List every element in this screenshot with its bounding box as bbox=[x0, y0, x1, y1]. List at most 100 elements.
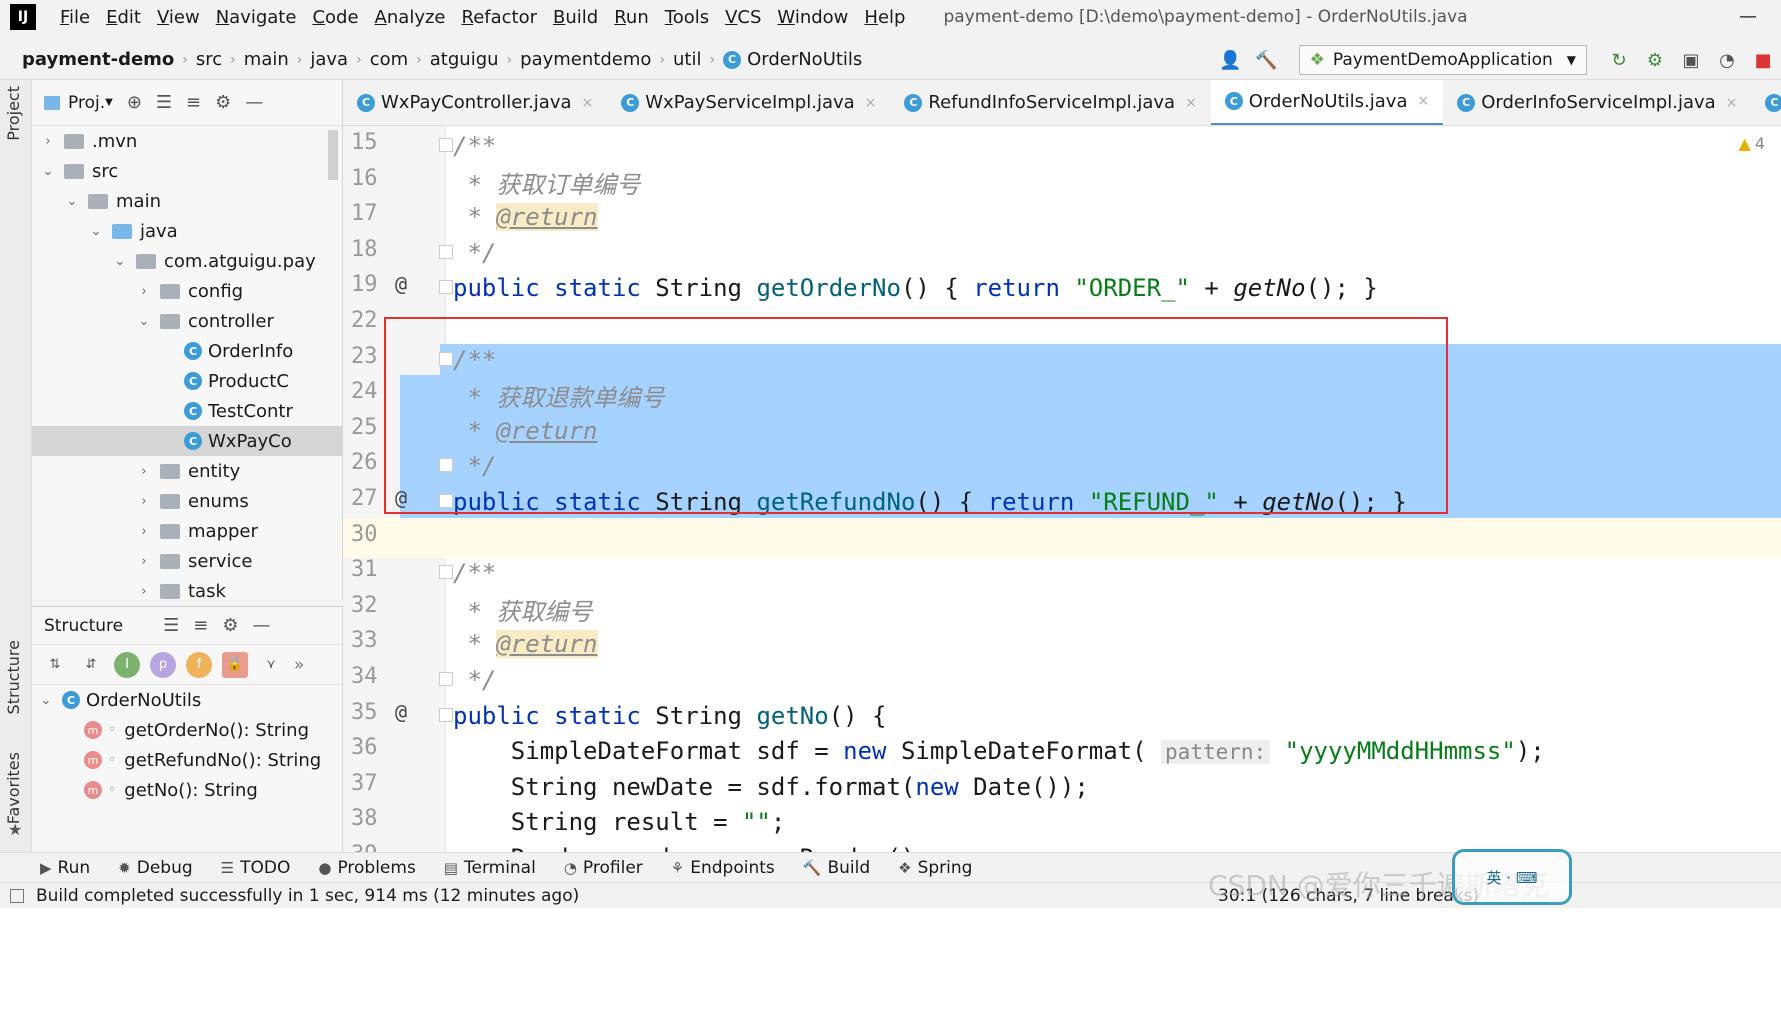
show-inherited-icon[interactable]: I bbox=[114, 651, 140, 678]
coverage-icon[interactable]: ▣ bbox=[1679, 48, 1703, 72]
breadcrumb-item[interactable]: atguigu bbox=[426, 49, 503, 70]
structure-member[interactable]: m ◦ getOrderNo(): String bbox=[32, 715, 342, 745]
fold-marker-icon[interactable] bbox=[439, 245, 453, 259]
close-icon[interactable]: × bbox=[1726, 95, 1738, 111]
profiler-icon[interactable]: ◔ bbox=[1715, 48, 1739, 72]
override-marker-icon[interactable]: @ bbox=[395, 272, 407, 296]
collapse-all-icon[interactable]: ≡ bbox=[193, 615, 208, 636]
chevron-down-icon[interactable]: ⌄ bbox=[64, 194, 80, 209]
breadcrumb-item[interactable]: C OrderNoUtils bbox=[719, 49, 866, 70]
tree-item[interactable]: ⌄ src bbox=[32, 156, 342, 186]
breadcrumb-item[interactable]: src bbox=[192, 49, 226, 70]
menu-vcs[interactable]: VCS bbox=[717, 7, 769, 28]
tree-item[interactable]: › entity bbox=[32, 456, 342, 486]
editor-tab[interactable]: C RefundInfoServiceImpl.java × bbox=[890, 80, 1210, 125]
build-hammer-icon[interactable]: 🔨 bbox=[1255, 48, 1279, 72]
tree-item[interactable]: C ProductC bbox=[32, 366, 342, 396]
editor-tab[interactable]: CRe bbox=[1751, 80, 1781, 125]
tool-terminal[interactable]: ▤ Terminal bbox=[444, 858, 536, 878]
tool-endpoints[interactable]: ⚘ Endpoints bbox=[671, 858, 775, 878]
scrollbar-thumb[interactable] bbox=[328, 130, 338, 180]
menu-run[interactable]: Run bbox=[606, 7, 657, 28]
chevron-right-icon[interactable]: › bbox=[136, 284, 152, 299]
tree-item[interactable]: ⌄ controller bbox=[32, 306, 342, 336]
close-icon[interactable]: × bbox=[865, 95, 877, 111]
editor-tab[interactable]: C WxPayController.java × bbox=[343, 80, 607, 125]
favorites-side-tab[interactable]: Favorites bbox=[4, 752, 23, 824]
gear-icon[interactable]: ⚙ bbox=[215, 92, 231, 113]
fold-marker-icon[interactable] bbox=[439, 280, 453, 294]
minimize-button[interactable]: — bbox=[1739, 6, 1757, 27]
filter-icon[interactable]: ⋎ bbox=[258, 652, 284, 678]
close-icon[interactable]: × bbox=[582, 95, 594, 111]
tree-item[interactable]: › service bbox=[32, 546, 342, 576]
menu-help[interactable]: Help bbox=[856, 7, 913, 28]
collapse-all-icon[interactable]: ≡ bbox=[186, 92, 201, 113]
gear-icon[interactable]: ⚙ bbox=[222, 615, 238, 636]
tool-todo[interactable]: ☰ TODO bbox=[221, 858, 291, 878]
sort-alpha-icon[interactable]: ⇵ bbox=[78, 652, 104, 678]
expand-all-icon[interactable]: ☰ bbox=[163, 615, 179, 636]
structure-member[interactable]: m ◦ getRefundNo(): String bbox=[32, 745, 342, 775]
close-icon[interactable]: × bbox=[1185, 95, 1197, 111]
breadcrumb-item[interactable]: java bbox=[306, 49, 352, 70]
hide-panel-icon[interactable]: — bbox=[252, 615, 270, 636]
menu-navigate[interactable]: Navigate bbox=[208, 7, 305, 28]
tree-item[interactable]: ⌄ com.atguigu.pay bbox=[32, 246, 342, 276]
rerun-icon[interactable]: ↻ bbox=[1607, 48, 1631, 72]
show-non-public-icon[interactable]: 🔒 bbox=[222, 651, 248, 678]
chevron-right-icon[interactable]: › bbox=[40, 134, 56, 149]
chevron-down-icon[interactable]: ⌄ bbox=[88, 224, 104, 239]
show-properties-icon[interactable]: p bbox=[150, 651, 176, 678]
tree-item[interactable]: › .mvn bbox=[32, 126, 342, 156]
menu-tools[interactable]: Tools bbox=[657, 7, 717, 28]
breadcrumb-item[interactable]: main bbox=[240, 49, 293, 70]
tree-item[interactable]: C TestContr bbox=[32, 396, 342, 426]
editor-tab[interactable]: C OrderNoUtils.java × bbox=[1210, 80, 1444, 125]
code-editor[interactable]: 15/** 16 * 获取订单编号 17 * @return 18 */19 @ publ… bbox=[343, 126, 1781, 970]
tree-item[interactable]: C OrderInfo bbox=[32, 336, 342, 366]
chevron-down-icon[interactable]: ⌄ bbox=[112, 254, 128, 269]
breadcrumb-item[interactable]: com bbox=[366, 49, 412, 70]
menu-build[interactable]: Build bbox=[545, 7, 606, 28]
fold-marker-icon[interactable] bbox=[439, 672, 453, 686]
chevron-down-icon[interactable]: ⌄ bbox=[136, 314, 152, 329]
tree-item[interactable]: ⌄ java bbox=[32, 216, 342, 246]
stop-icon[interactable]: ■ bbox=[1751, 48, 1775, 72]
override-marker-icon[interactable]: @ bbox=[395, 700, 407, 724]
structure-root[interactable]: ⌄ C OrderNoUtils bbox=[32, 685, 342, 715]
more-icon[interactable]: » bbox=[294, 655, 304, 675]
fold-marker-icon[interactable] bbox=[439, 708, 453, 722]
user-icon[interactable]: 👤 bbox=[1219, 48, 1243, 72]
sort-by-type-icon[interactable]: ⇅ bbox=[42, 652, 68, 678]
tree-item[interactable]: › config bbox=[32, 276, 342, 306]
tool-problems[interactable]: ● Problems bbox=[318, 858, 415, 878]
chevron-right-icon[interactable]: › bbox=[136, 554, 152, 569]
tree-item[interactable]: C WxPayCo bbox=[32, 426, 342, 456]
tree-item[interactable]: › mapper bbox=[32, 516, 342, 546]
project-side-tab[interactable]: Project bbox=[4, 86, 23, 141]
fold-marker-icon[interactable] bbox=[439, 138, 453, 152]
editor-tab[interactable]: C OrderInfoServiceImpl.java × bbox=[1443, 80, 1751, 125]
menu-window[interactable]: Window bbox=[769, 7, 856, 28]
tree-item[interactable]: ⌄ main bbox=[32, 186, 342, 216]
tree-item[interactable]: › task bbox=[32, 576, 342, 606]
locate-icon[interactable]: ⊕ bbox=[127, 92, 142, 113]
expand-all-icon[interactable]: ☰ bbox=[156, 92, 172, 113]
run-configuration-select[interactable]: ❖ PaymentDemoApplication ▼ bbox=[1298, 45, 1587, 75]
tool-run[interactable]: ▶ Run bbox=[40, 858, 90, 878]
menu-edit[interactable]: Edit bbox=[98, 7, 149, 28]
structure-side-tab[interactable]: Structure bbox=[4, 640, 23, 714]
menu-refactor[interactable]: Refactor bbox=[454, 7, 546, 28]
debug-bug-icon[interactable]: ⚙ bbox=[1643, 48, 1667, 72]
chevron-right-icon[interactable]: › bbox=[136, 524, 152, 539]
structure-member[interactable]: m ◦ getNo(): String bbox=[32, 775, 342, 805]
breadcrumb-item[interactable]: payment-demo bbox=[18, 49, 178, 70]
inspection-warnings[interactable]: ▲ 4 bbox=[1739, 134, 1766, 153]
project-panel-title[interactable]: Proj. bbox=[68, 93, 105, 113]
tree-item[interactable]: › enums bbox=[32, 486, 342, 516]
chevron-down-icon[interactable]: ⌄ bbox=[40, 164, 56, 179]
breadcrumb-item[interactable]: util bbox=[669, 49, 705, 70]
tool-build[interactable]: 🔨 Build bbox=[803, 858, 870, 878]
menu-file[interactable]: File bbox=[52, 7, 98, 28]
